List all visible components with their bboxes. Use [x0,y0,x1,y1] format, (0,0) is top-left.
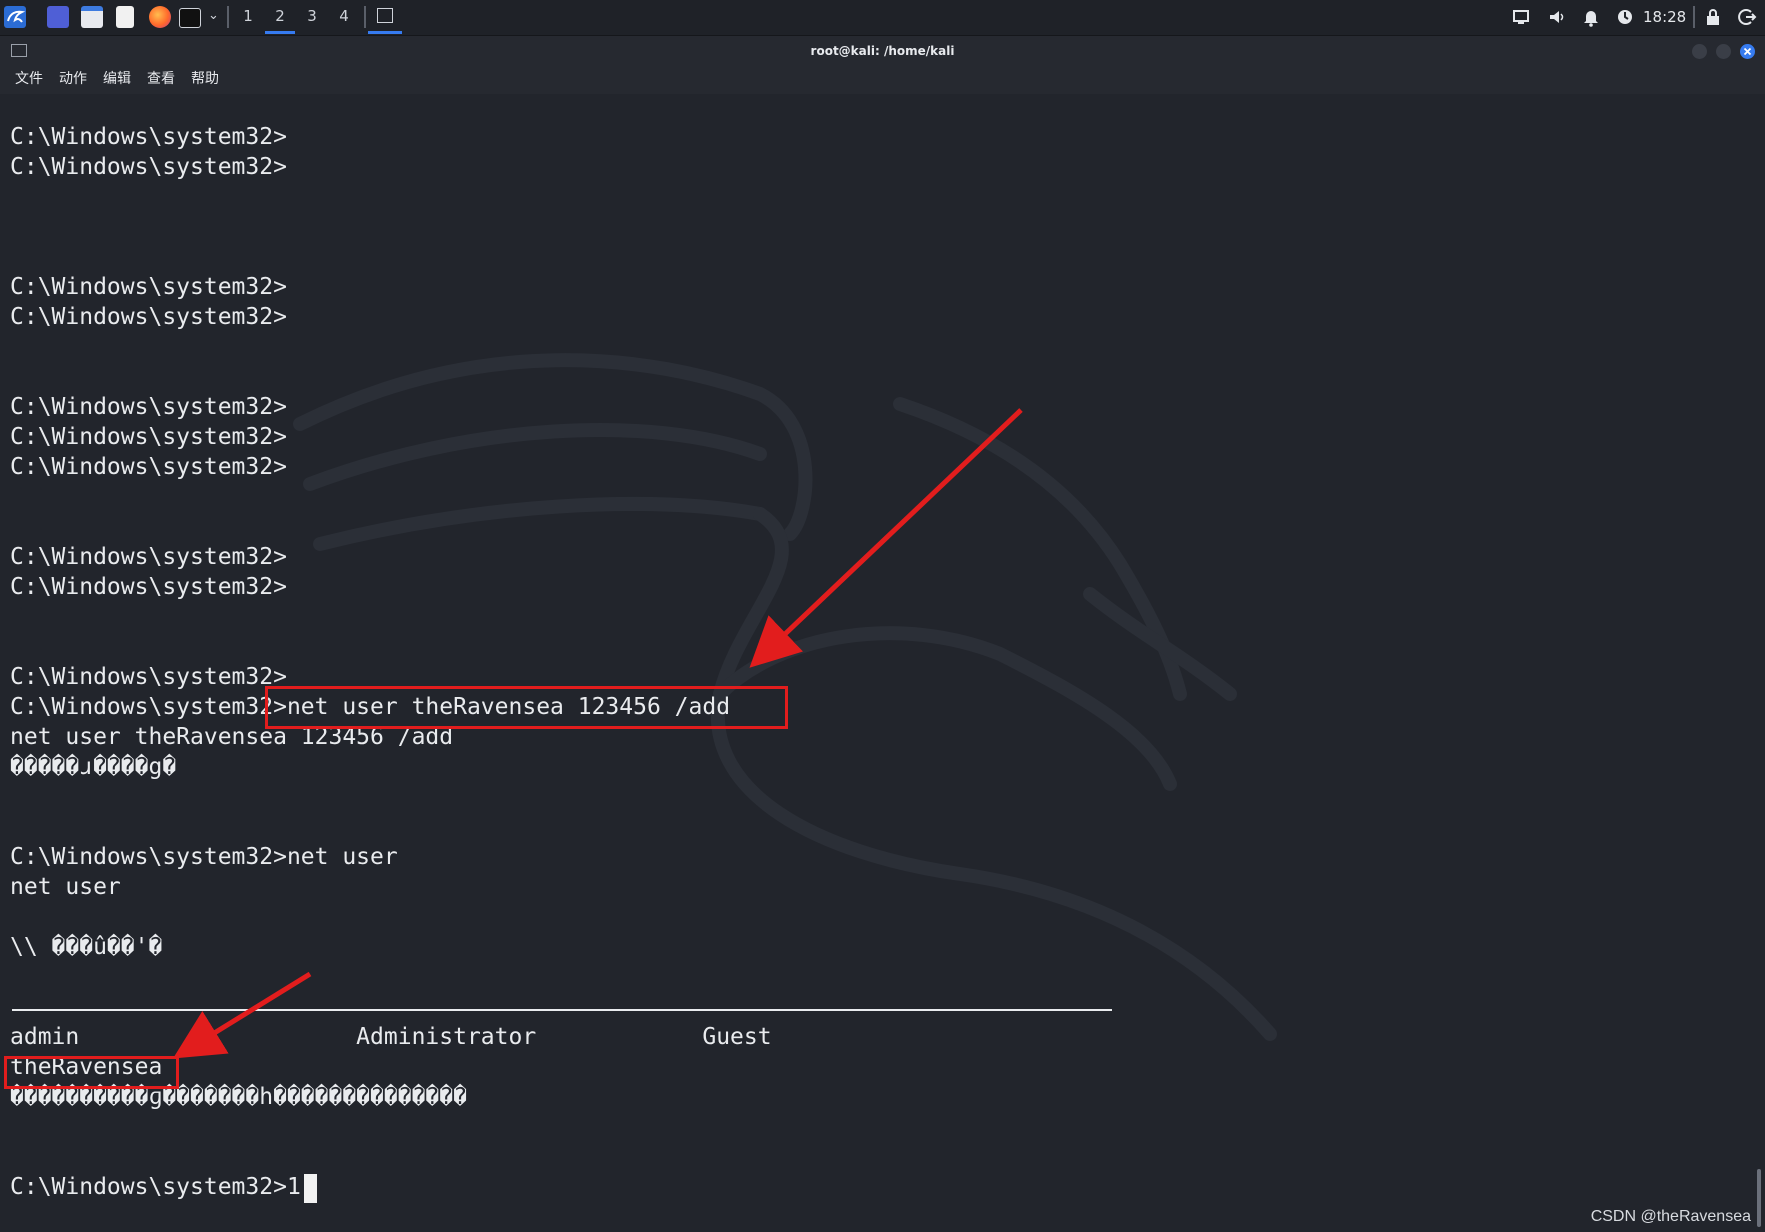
menu-help[interactable]: 帮助 [191,66,219,92]
menu-edit[interactable]: 编辑 [103,66,131,92]
annotation-arrows [172,408,1023,1059]
chevron-down-icon[interactable]: ⌄ [208,8,219,23]
workspace-4[interactable]: 4 [329,0,359,32]
panel-separator [364,6,366,28]
panel-separator [227,6,229,28]
kali-menu-icon[interactable] [4,6,26,28]
menu-bar: 文件 动作 编辑 查看 帮助 [0,66,1765,94]
lock-icon[interactable] [1703,7,1723,27]
firefox-icon[interactable] [149,6,171,28]
logout-icon[interactable] [1737,7,1757,27]
terminal-launcher-icon[interactable] [179,8,201,28]
notification-bell-icon[interactable] [1581,7,1601,27]
workspace-2[interactable]: 2 [265,0,295,34]
terminal-window-icon [377,8,393,23]
terminal-output[interactable]: C:\Windows\system32> C:\Windows\system32… [0,94,1765,1232]
watermark: CSDN @theRavensea [1590,1208,1751,1225]
text-editor-icon[interactable] [116,6,134,28]
scrollbar[interactable] [1757,1169,1761,1227]
menu-view[interactable]: 查看 [147,66,175,92]
window-titlebar[interactable]: root@kali: /home/kali [0,36,1765,66]
panel-separator [1693,6,1695,28]
taskbar-terminal-window[interactable] [368,0,402,34]
arrow-to-command [749,408,1023,668]
minimize-button[interactable] [1692,44,1707,59]
menu-action[interactable]: 动作 [59,66,87,92]
taskbar: ⌄ 1 2 3 4 18:28 [0,0,1765,36]
workspace-3[interactable]: 3 [297,0,327,32]
arrow-to-user [172,971,312,1059]
power-manager-icon[interactable] [1615,7,1635,27]
close-icon [1743,47,1752,56]
display-icon[interactable] [1511,7,1531,27]
workspace-1[interactable]: 1 [233,0,263,32]
window-title: root@kali: /home/kali [810,44,955,58]
file-manager-icon[interactable] [81,6,103,28]
close-button[interactable] [1740,44,1755,59]
clock[interactable]: 18:28 [1643,0,1686,34]
menu-file[interactable]: 文件 [15,66,43,92]
show-desktop-icon[interactable] [47,6,69,28]
volume-icon[interactable] [1547,7,1567,27]
maximize-button[interactable] [1716,44,1731,59]
